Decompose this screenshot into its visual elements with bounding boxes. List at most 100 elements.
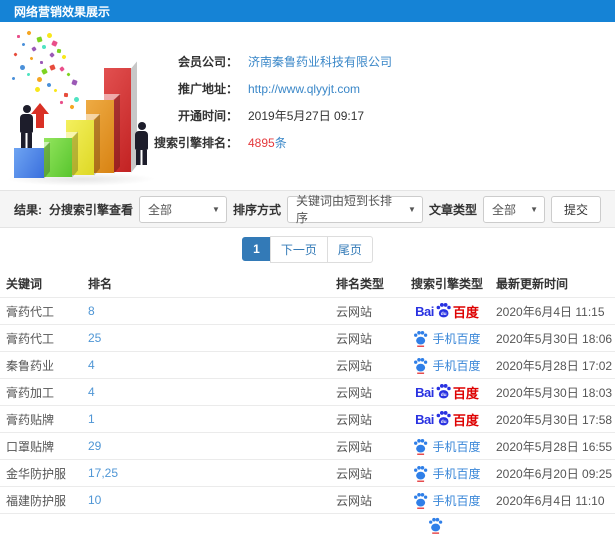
businessman-left xyxy=(20,105,33,148)
rank-link[interactable]: 8 xyxy=(88,304,95,318)
rank-link[interactable]: 25 xyxy=(88,331,101,345)
article-type-select[interactable]: 全部 ▼ xyxy=(482,195,545,223)
article-type-label: 文章类型 xyxy=(428,202,477,217)
page-title: 网络营销效果展示 xyxy=(14,4,111,19)
engine-rank-count: 4895 xyxy=(248,135,275,150)
mobile-baidu-icon: 手机百度 xyxy=(413,438,481,455)
engine-select-value: 全部 xyxy=(147,202,172,217)
results-table: 关键词 排名 排名类型 搜索引擎类型 最新更新时间 膏药代工 8 云网站 Bai… xyxy=(0,270,615,514)
mobile-baidu-icon: 手机百度 xyxy=(413,357,481,374)
updated-time-cell: 2020年6月20日 09:25 xyxy=(496,466,613,481)
rank-type-cell: 云网站 xyxy=(336,304,373,319)
member-company-link[interactable]: 济南秦鲁药业科技有限公司 xyxy=(248,53,392,70)
sort-select[interactable]: 关键词由短到长排序 ▼ xyxy=(286,194,423,225)
company-info-section: 会员公司： 济南秦鲁药业科技有限公司 推广地址： http://www.qlyy… xyxy=(0,22,615,190)
last-page-button[interactable]: 尾页 xyxy=(326,235,373,263)
filter-bar: 结果: 分搜索引擎查看 全部 ▼ 排序方式 关键词由短到长排序 ▼ 文章类型 全… xyxy=(0,190,615,228)
submit-button[interactable]: 提交 xyxy=(550,195,601,223)
engine-type-cell: Bai du 百度 xyxy=(396,410,492,429)
table-row: 秦鲁药业 4 云网站 手机百度 2020年5月28日 17:02 xyxy=(0,352,615,379)
opened-time-value: 2019年5月27日 09:17 xyxy=(248,109,365,123)
rank-type-cell: 云网站 xyxy=(336,466,373,481)
rank-link[interactable]: 4 xyxy=(88,385,95,399)
rank-type-cell: 云网站 xyxy=(336,493,373,508)
table-header-row: 关键词 排名 排名类型 搜索引擎类型 最新更新时间 xyxy=(0,270,615,298)
rank-link[interactable]: 10 xyxy=(88,493,101,507)
rank-link[interactable]: 1 xyxy=(88,412,95,426)
sort-filter-label: 排序方式 xyxy=(232,202,281,217)
table-row: 膏药加工 4 云网站 Bai du 百度 2020年5月30日 18:03 xyxy=(0,379,615,406)
table-row: 膏药代工 25 云网站 手机百度 2020年5月30日 18:06 xyxy=(0,325,615,352)
rank-type-cell: 云网站 xyxy=(336,412,373,427)
updated-time-cell: 2020年5月28日 17:02 xyxy=(496,358,613,373)
keyword-cell: 金华防护服 xyxy=(6,466,67,481)
engine-type-cell: 手机百度 xyxy=(396,492,492,509)
rank-type-cell: 云网站 xyxy=(336,385,373,400)
svg-text:du: du xyxy=(441,419,447,425)
rank-link[interactable]: 4 xyxy=(88,358,95,372)
promo-url-label: 推广地址： xyxy=(177,82,238,96)
keyword-cell: 膏药贴牌 xyxy=(6,412,55,427)
engine-filter-label: 分搜索引擎查看 xyxy=(48,202,133,217)
next-page-button[interactable]: 下一页 xyxy=(269,235,328,263)
svg-text:du: du xyxy=(441,311,447,317)
blue-bar xyxy=(14,148,44,178)
chevron-down-icon: ▼ xyxy=(408,204,416,214)
table-row: 口罩贴牌 29 云网站 手机百度 2020年5月28日 16:55 xyxy=(0,433,615,460)
sort-select-value: 关键词由短到长排序 xyxy=(295,194,392,225)
member-company-label: 会员公司： xyxy=(177,55,238,69)
engine-type-cell: 手机百度 xyxy=(396,357,492,374)
keyword-cell: 福建防护服 xyxy=(6,493,67,508)
engine-type-cell: 手机百度 xyxy=(396,438,492,455)
updated-time-cell: 2020年5月30日 18:06 xyxy=(496,331,613,346)
company-info-list: 会员公司： 济南秦鲁药业科技有限公司 推广地址： http://www.qlyy… xyxy=(148,48,392,156)
rank-type-cell: 云网站 xyxy=(336,331,373,346)
updated-time-cell: 2020年6月4日 11:10 xyxy=(496,493,605,508)
engine-type-cell: Bai du 百度 xyxy=(396,302,492,321)
header-engine-type: 搜索引擎类型 xyxy=(410,277,483,291)
table-row: 膏药代工 8 云网站 Bai du 百度 2020年6月4日 11:15 xyxy=(0,298,615,325)
opened-time-row: 开通时间： 2019年5月27日 09:17 xyxy=(148,102,392,129)
mobile-baidu-icon: 手机百度 xyxy=(413,492,481,509)
table-row: 金华防护服 17,25 云网站 手机百度 2020年6月20日 09:25 xyxy=(0,460,615,487)
promo-url-link[interactable]: http://www.qlyyjt.com xyxy=(248,82,360,96)
opened-time-label: 开通时间： xyxy=(177,109,238,123)
title-bar: 网络营销效果展示 xyxy=(0,0,615,22)
keyword-cell: 口罩贴牌 xyxy=(6,439,55,454)
rank-link[interactable]: 29 xyxy=(88,439,101,453)
up-arrow-icon xyxy=(31,103,49,128)
engine-select[interactable]: 全部 ▼ xyxy=(138,195,227,223)
member-company-row: 会员公司： 济南秦鲁药业科技有限公司 xyxy=(148,48,392,75)
baidu-logo-icon: Bai du 百度 xyxy=(415,302,479,320)
header-rank-type: 排名类型 xyxy=(336,277,385,291)
keyword-cell: 膏药加工 xyxy=(6,385,55,400)
baidu-logo-icon: Bai du 百度 xyxy=(415,383,479,401)
keyword-cell: 膏药代工 xyxy=(6,304,55,319)
chevron-down-icon: ▼ xyxy=(212,204,220,214)
engine-rank-row: 搜索引擎排名： 4895 条 xyxy=(148,129,392,156)
table-row: 膏药贴牌 1 云网站 Bai du 百度 2020年5月30日 17:58 xyxy=(0,406,615,433)
pagination: 1 下一页 尾页 xyxy=(0,228,615,270)
updated-time-cell: 2020年5月30日 18:03 xyxy=(496,385,613,400)
header-updated-time: 最新更新时间 xyxy=(496,277,569,291)
keyword-cell: 秦鲁药业 xyxy=(6,358,55,373)
businessman-right xyxy=(135,122,148,165)
mobile-baidu-icon: 手机百度 xyxy=(413,330,481,347)
rank-type-cell: 云网站 xyxy=(336,439,373,454)
rank-link[interactable]: 17,25 xyxy=(88,466,118,480)
mobile-baidu-icon: 手机百度 xyxy=(413,465,481,482)
engine-rank-suffix: 条 xyxy=(274,136,287,150)
table-row: 福建防护服 10 云网站 手机百度 2020年6月4日 11:10 xyxy=(0,487,615,514)
header-keyword: 关键词 xyxy=(6,277,43,291)
engine-type-cell: 手机百度 xyxy=(396,465,492,482)
bar-chart-illustration xyxy=(2,25,172,190)
promo-url-row: 推广地址： http://www.qlyyjt.com xyxy=(148,75,392,102)
updated-time-cell: 2020年5月28日 16:55 xyxy=(496,439,613,454)
result-label: 结果: xyxy=(14,202,42,217)
svg-text:du: du xyxy=(441,392,447,398)
page-1-button[interactable]: 1 xyxy=(242,237,271,261)
keyword-cell: 膏药代工 xyxy=(6,331,55,346)
engine-rank-label: 搜索引擎排名： xyxy=(153,136,238,150)
chevron-down-icon: ▼ xyxy=(530,204,538,214)
updated-time-cell: 2020年6月4日 11:15 xyxy=(496,304,605,319)
